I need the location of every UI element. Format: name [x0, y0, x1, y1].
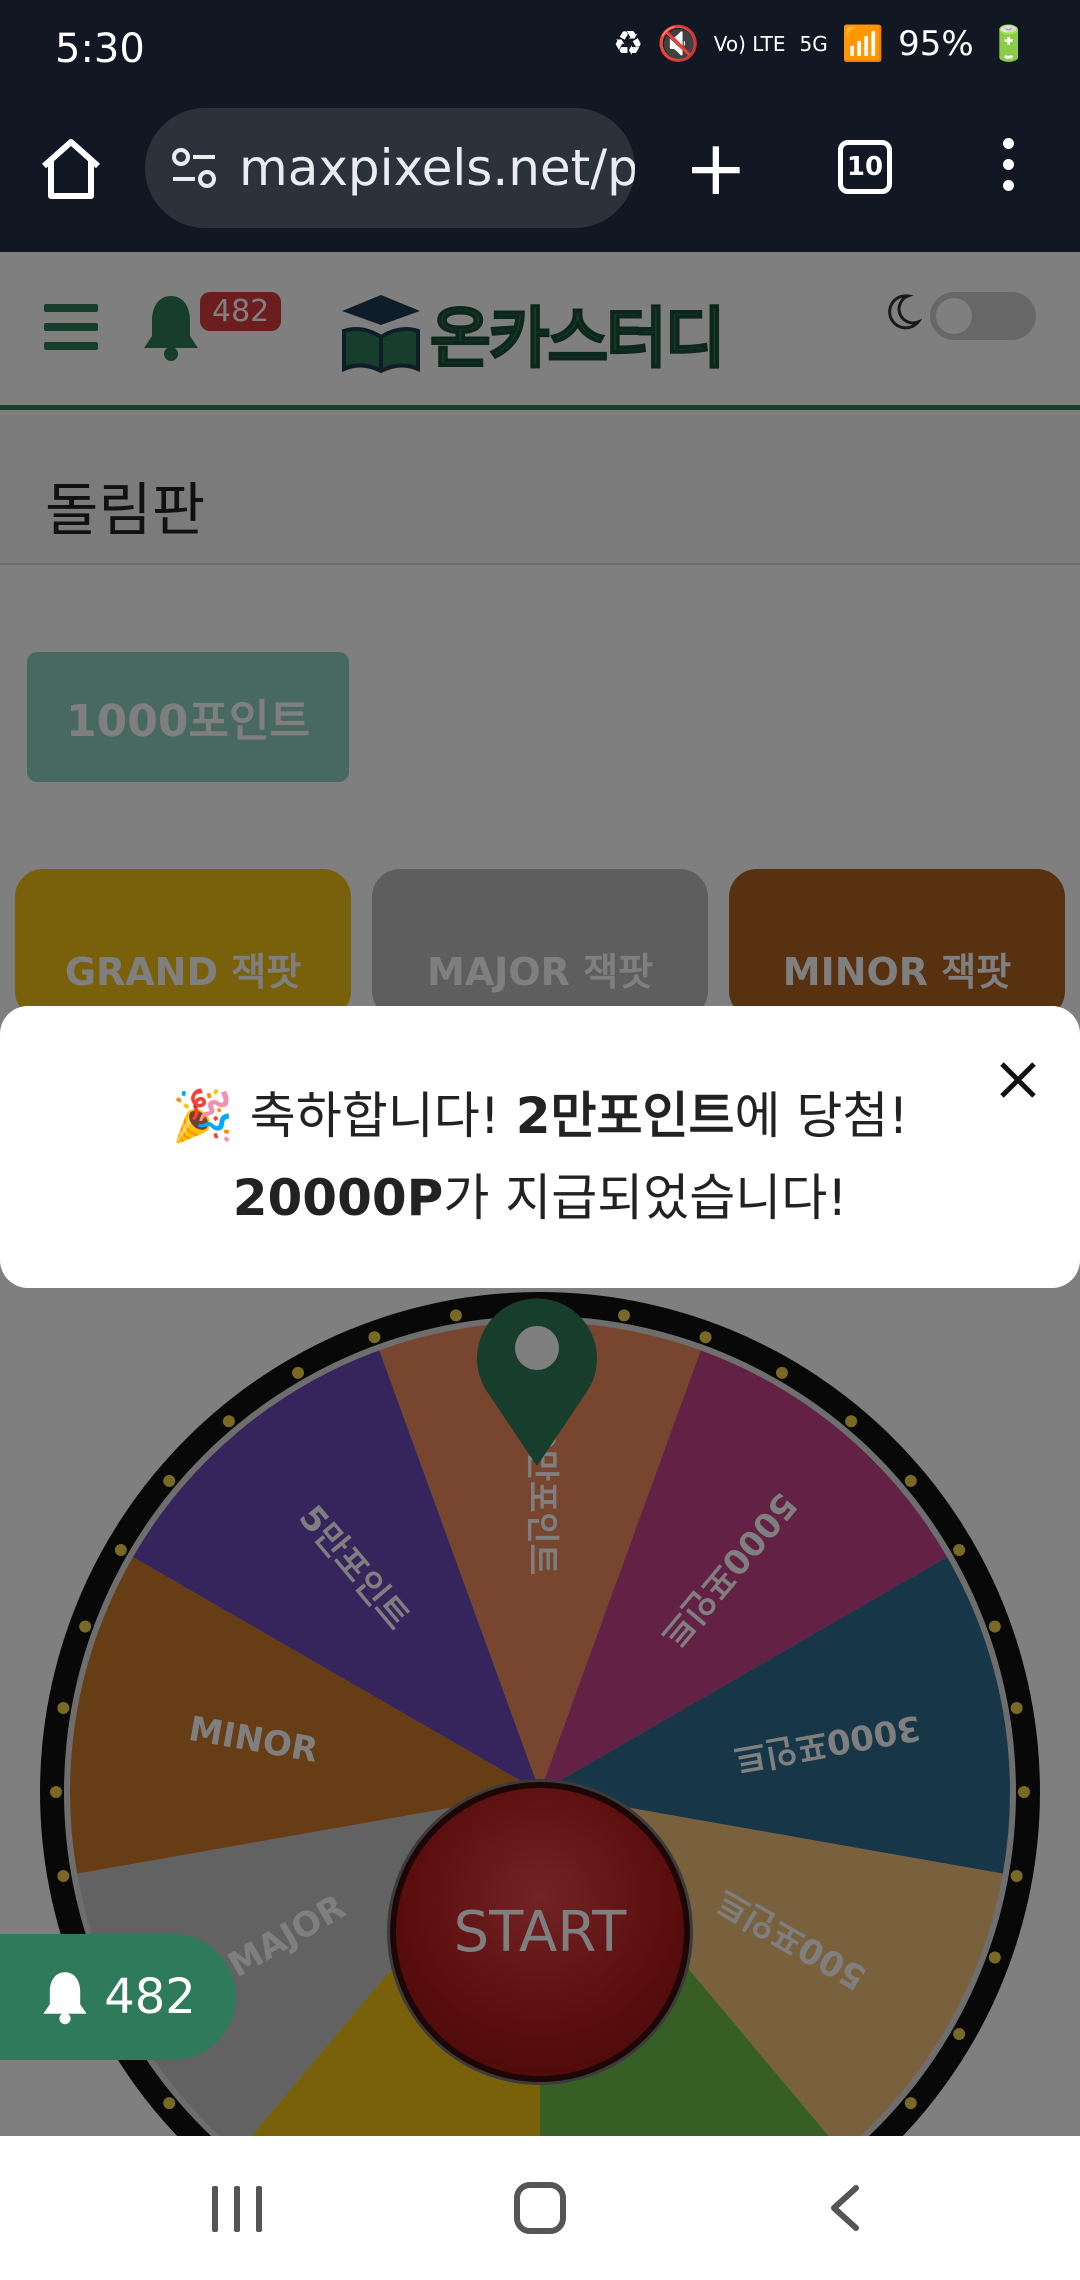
recycle-icon: ♻	[612, 24, 644, 64]
close-icon[interactable]	[996, 1058, 1040, 1102]
floating-notification-count: 482	[104, 1969, 196, 2025]
status-time: 5:30	[55, 26, 145, 72]
toast-won: 에 당첨!	[734, 1087, 909, 1145]
toast-amount: 20000P	[232, 1169, 444, 1227]
status-icons: ♻ 🔇 Vo) LTE 5G 📶 95% 🔋	[613, 24, 1030, 64]
browser-menu-icon[interactable]	[990, 138, 1026, 198]
tab-switcher-button[interactable]: 10	[838, 140, 892, 194]
toast-message-line1: 🎉 축하합니다! 2만포인트에 당첨!	[0, 1076, 1080, 1148]
recent-apps-icon[interactable]	[212, 2186, 262, 2232]
bell-icon	[43, 1972, 87, 2025]
status-bar: 5:30 ♻ 🔇 Vo) LTE 5G 📶 95% 🔋	[0, 0, 1080, 100]
new-tab-button[interactable]: +	[684, 130, 748, 206]
toast-congrats: 축하합니다!	[249, 1087, 500, 1145]
battery-icon: 🔋	[987, 24, 1030, 64]
volte-icon: Vo) LTE	[713, 32, 786, 56]
signal-icon: 📶	[841, 24, 885, 64]
mute-icon: 🔇	[657, 24, 700, 64]
battery-text: 95%	[898, 24, 974, 64]
url-text: maxpixels.net/p	[239, 139, 635, 197]
floating-notification-button[interactable]: 482	[0, 1934, 236, 2060]
system-nav-bar	[0, 2136, 1080, 2280]
network-icon: 5G	[799, 32, 828, 56]
back-icon[interactable]	[824, 2182, 868, 2234]
toast-prize: 2만포인트	[515, 1087, 735, 1145]
party-popper-icon: 🎉	[171, 1087, 234, 1145]
home-nav-icon[interactable]	[514, 2182, 566, 2234]
toast-message-line2: 20000P가 지급되었습니다!	[0, 1158, 1080, 1230]
browser-toolbar: maxpixels.net/p + 10	[0, 100, 1080, 252]
home-icon[interactable]	[38, 136, 104, 202]
win-toast: 🎉 축하합니다! 2만포인트에 당첨! 20000P가 지급되었습니다!	[0, 1006, 1080, 1288]
toast-paid: 가 지급되었습니다!	[443, 1169, 848, 1227]
site-settings-icon[interactable]	[167, 141, 221, 195]
address-bar[interactable]: maxpixels.net/p	[145, 108, 635, 228]
